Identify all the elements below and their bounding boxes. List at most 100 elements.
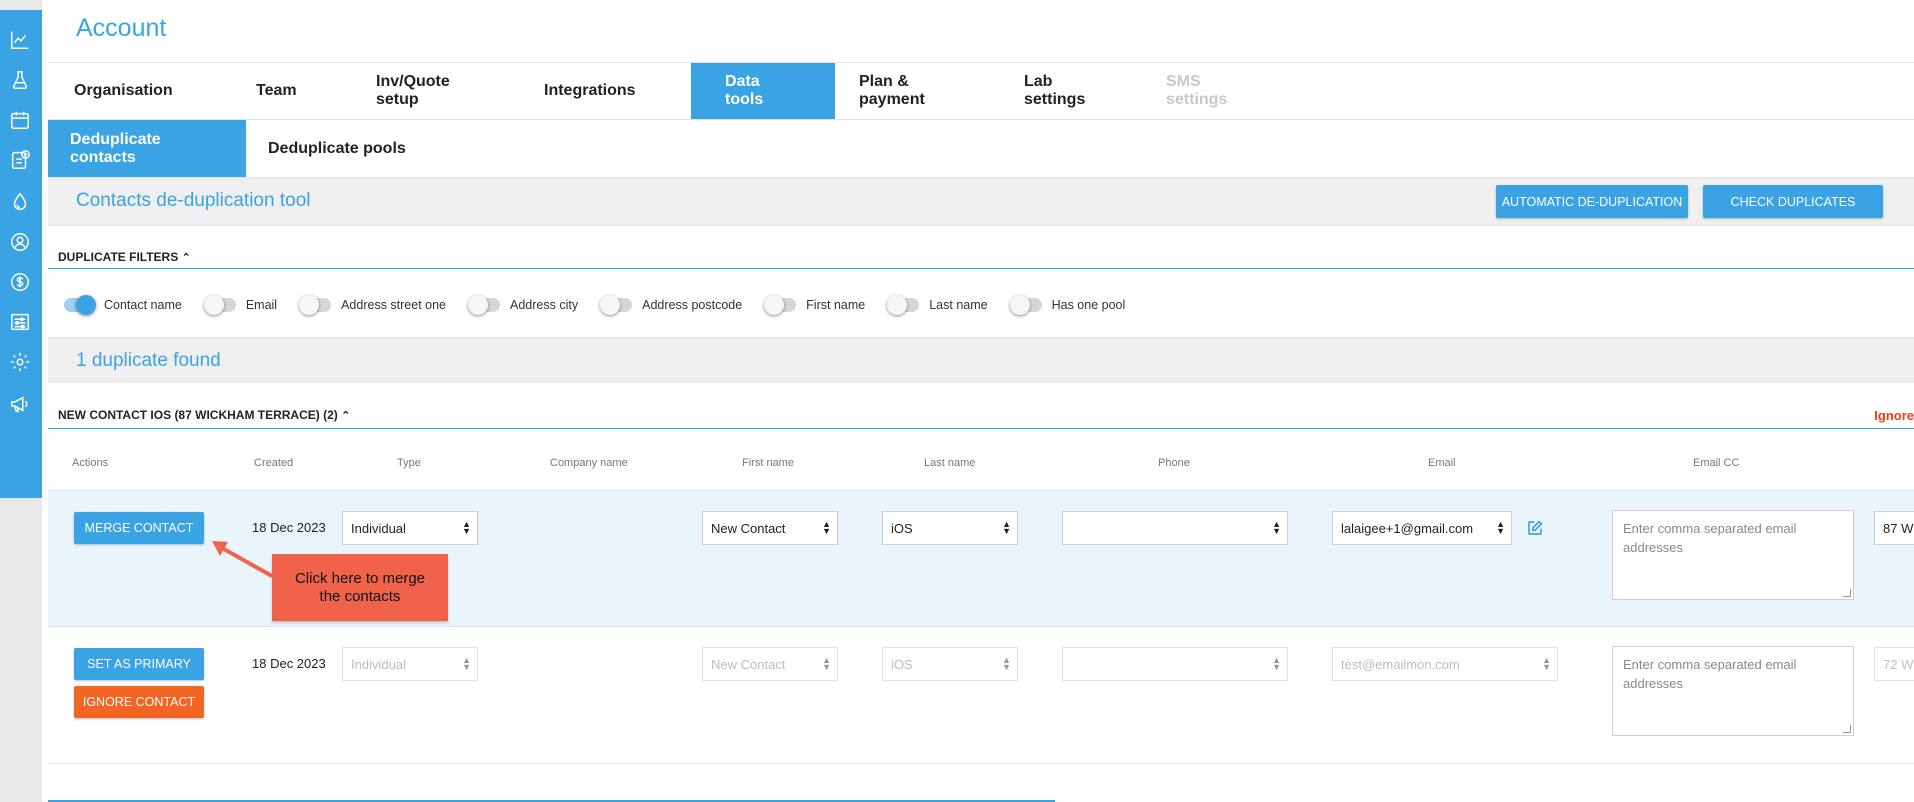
sort-arrows-icon: ▲ ▼ [462, 519, 471, 536]
duplicate-group-toggle[interactable]: NEW CONTACT IOS (87 WICKHAM TERRACE) (2)… [58, 408, 350, 422]
set-as-primary-button[interactable]: SET AS PRIMARY [74, 648, 204, 680]
dollar-icon[interactable] [8, 270, 32, 294]
toggle-switch[interactable] [1009, 295, 1042, 315]
last-name-value: iOS [891, 656, 913, 672]
filter-label: Email [245, 298, 278, 312]
toggle-switch[interactable] [764, 295, 797, 315]
type-select[interactable]: Individual ▲ ▼ [342, 511, 478, 545]
page-title: Account [76, 14, 167, 42]
chevron-up-icon: ⌃ [341, 410, 351, 422]
duplicate-filters-toggle[interactable]: DUPLICATE FILTERS ⌃ [58, 250, 191, 264]
sort-arrows-icon: ▲ ▼ [822, 655, 831, 672]
toggle-switch[interactable] [299, 295, 332, 315]
ignore-contact-button[interactable]: IGNORE CONTACT [74, 686, 204, 718]
tab-plan-payment[interactable]: Plan & payment [835, 63, 1000, 119]
duplicates-found-count: 1 duplicate found [76, 350, 221, 371]
filter-toggles: Contact name Email Address street one Ad… [64, 295, 1149, 315]
filter-contact-name[interactable]: Contact name [64, 295, 182, 315]
ignore-group-link[interactable]: Ignore [1874, 408, 1914, 423]
merge-contact-button[interactable]: MERGE CONTACT [74, 512, 204, 544]
tab-data-tools[interactable]: Data tools [691, 63, 835, 119]
account-tabs: Organisation Team Inv/Quote setup Integr… [48, 62, 1914, 120]
type-value: Individual [351, 520, 406, 536]
subtab-deduplicate-pools[interactable]: Deduplicate pools [246, 120, 428, 177]
check-duplicates-button[interactable]: CHECK DUPLICATES [1703, 185, 1883, 218]
edit-email-icon[interactable] [1526, 519, 1544, 537]
filter-email[interactable]: Email [203, 295, 278, 315]
megaphone-icon[interactable] [8, 392, 32, 416]
tab-organisation[interactable]: Organisation [48, 63, 232, 119]
column-header-type: Type [397, 457, 421, 469]
flask-icon[interactable] [8, 68, 32, 92]
column-header-actions: Actions [72, 457, 109, 469]
sidebar [0, 0, 42, 802]
email-select[interactable]: lalaigee+1@gmail.com ▲ ▼ [1332, 511, 1512, 545]
toggle-switch[interactable] [600, 295, 633, 315]
table-row: SET AS PRIMARY IGNORE CONTACT 18 Dec 202… [48, 627, 1914, 764]
duplicate-filters-label: DUPLICATE FILTERS [58, 250, 179, 264]
email-select: test@emailmon.com ▲ ▼ [1332, 647, 1558, 681]
sort-arrows-icon: ▲ ▼ [1002, 519, 1011, 536]
filter-address-city[interactable]: Address city [468, 295, 578, 315]
tab-lab-settings[interactable]: Lab settings [1000, 63, 1142, 119]
column-header-created: Created [254, 457, 294, 469]
toggle-switch[interactable] [203, 295, 236, 315]
last-name-select[interactable]: iOS ▲ ▼ [882, 511, 1018, 545]
sort-arrows-icon: ▲ ▼ [1272, 519, 1281, 536]
user-circle-icon[interactable] [8, 230, 32, 254]
tab-team[interactable]: Team [232, 63, 352, 119]
gear-icon[interactable] [8, 350, 32, 374]
filter-label: Contact name [104, 298, 182, 312]
first-name-value: New Contact [711, 520, 786, 536]
filter-label: Has one pool [1051, 298, 1126, 312]
toggle-switch[interactable] [64, 295, 96, 315]
resize-grip-icon[interactable] [1843, 589, 1851, 597]
toggle-switch[interactable] [468, 295, 501, 315]
created-date: 18 Dec 2023 [252, 520, 326, 535]
email-cc-placeholder: Enter comma separated email addresses [1623, 521, 1797, 555]
calendar-icon[interactable] [8, 108, 32, 132]
address-value: 72 W [1883, 656, 1914, 672]
sort-arrows-icon: ▲ ▼ [462, 655, 471, 672]
chart-line-icon[interactable] [8, 28, 32, 52]
first-name-select: New Contact ▲ ▼ [702, 647, 838, 681]
address-value: 87 Wi [1883, 520, 1914, 536]
tool-title: Contacts de-duplication tool [76, 190, 311, 211]
last-name-value: iOS [891, 520, 913, 536]
sliders-icon[interactable] [8, 310, 32, 334]
automatic-deduplication-button[interactable]: AUTOMATIC DE-DUPLICATION [1496, 185, 1688, 218]
filter-address-postcode[interactable]: Address postcode [600, 295, 743, 315]
column-header-company: Company name [550, 457, 628, 469]
tab-integrations[interactable]: Integrations [520, 63, 691, 119]
filter-label: Address postcode [642, 298, 743, 312]
filter-first-name[interactable]: First name [764, 295, 865, 315]
filter-has-one-pool[interactable]: Has one pool [1009, 295, 1126, 315]
column-header-email-cc: Email CC [1693, 457, 1740, 469]
water-drop-icon[interactable] [8, 190, 32, 214]
address-field[interactable]: 87 Wi [1874, 511, 1914, 545]
email-cc-textarea[interactable]: Enter comma separated email addresses [1612, 646, 1854, 736]
filter-address-street-one[interactable]: Address street one [299, 295, 447, 315]
sort-arrows-icon: ▲ ▼ [1496, 519, 1505, 536]
toggle-switch[interactable] [887, 295, 920, 315]
email-value: lalaigee+1@gmail.com [1341, 520, 1474, 536]
filters-divider [48, 268, 1914, 269]
tool-header: Contacts de-duplication tool AUTOMATIC D… [48, 178, 1914, 226]
filter-label: Address street one [341, 298, 447, 312]
subtab-deduplicate-contacts[interactable]: Deduplicate contacts [48, 120, 246, 177]
data-tools-subtabs: Deduplicate contacts Deduplicate pools [48, 120, 1914, 178]
email-cc-textarea[interactable]: Enter comma separated email addresses [1612, 510, 1854, 600]
address-field: 72 W [1874, 647, 1914, 681]
type-value: Individual [351, 656, 406, 672]
phone-select[interactable]: ▲ ▼ [1062, 511, 1288, 545]
callout-arrow [212, 541, 273, 578]
tab-sms-settings[interactable]: SMS settings [1142, 63, 1272, 119]
filter-last-name[interactable]: Last name [887, 295, 988, 315]
tab-inv-quote-setup[interactable]: Inv/Quote setup [352, 63, 520, 119]
last-name-select: iOS ▲ ▼ [882, 647, 1018, 681]
resize-grip-icon[interactable] [1843, 725, 1851, 733]
first-name-select[interactable]: New Contact ▲ ▼ [702, 511, 838, 545]
type-select: Individual ▲ ▼ [342, 647, 478, 681]
group-divider [48, 428, 1914, 429]
clipboard-check-icon[interactable] [8, 148, 32, 172]
